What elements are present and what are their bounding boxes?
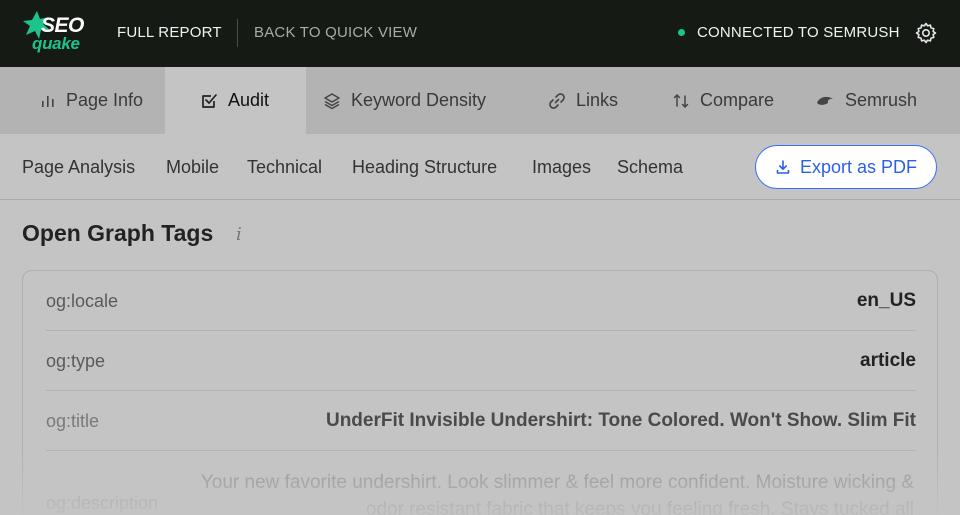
tab-label: Links xyxy=(576,90,619,110)
table-row: og:type article xyxy=(46,331,916,391)
table-row: og:locale en_US xyxy=(46,271,916,331)
seoquake-logo[interactable]: SEO quake xyxy=(22,10,92,56)
connection-status: CONNECTED TO SEMRUSH xyxy=(678,24,900,41)
tab-semrush[interactable]: Semrush xyxy=(815,67,917,134)
link-icon xyxy=(548,92,566,110)
subtab-heading-structure[interactable]: Heading Structure xyxy=(352,157,497,178)
tab-page-info[interactable]: Page Info xyxy=(0,67,165,134)
subtab-mobile[interactable]: Mobile xyxy=(166,157,219,178)
subtab-images[interactable]: Images xyxy=(532,157,591,178)
og-value: en_US xyxy=(856,290,916,311)
main-tabs: Page Info Audit Keyword Density Links Co… xyxy=(0,67,960,134)
topbar-divider xyxy=(237,19,238,47)
export-pdf-label: Export as PDF xyxy=(799,156,918,177)
og-key: og:title xyxy=(46,411,100,431)
back-to-quick-view-link[interactable]: BACK TO QUICK VIEW xyxy=(254,24,417,41)
tab-label: Keyword Density xyxy=(351,90,487,110)
og-value: article xyxy=(860,350,916,371)
download-icon xyxy=(775,159,791,175)
section-title: Open Graph Tags xyxy=(22,220,214,246)
logo-text-quake: quake xyxy=(32,34,80,53)
og-key: og:locale xyxy=(46,291,119,311)
tab-label: Page Info xyxy=(66,90,144,110)
og-key: og:description xyxy=(46,493,159,513)
bar-chart-icon xyxy=(40,93,56,109)
og-description-value: Your new favorite undershirt. Look slimm… xyxy=(200,472,914,515)
subtab-page-analysis[interactable]: Page Analysis xyxy=(22,157,135,178)
gear-icon[interactable] xyxy=(914,21,938,45)
sort-arrows-icon xyxy=(672,92,690,110)
tab-label: Compare xyxy=(700,90,775,110)
layers-icon xyxy=(323,92,341,110)
tab-links[interactable]: Links xyxy=(548,67,618,134)
subtab-schema[interactable]: Schema xyxy=(617,157,683,178)
info-icon[interactable]: i xyxy=(236,224,242,245)
status-dot-icon xyxy=(678,29,685,36)
table-row: og:title UnderFit Invisible Undershirt: … xyxy=(46,391,916,451)
og-key: og:type xyxy=(46,351,106,371)
semrush-icon xyxy=(815,94,835,108)
og-value: UnderFit Invisible Undershirt: Tone Colo… xyxy=(325,410,916,431)
tab-label: Semrush xyxy=(845,90,918,110)
top-bar: SEO quake FULL REPORT BACK TO QUICK VIEW… xyxy=(0,0,960,67)
subtab-technical[interactable]: Technical xyxy=(247,157,322,178)
full-report-link[interactable]: FULL REPORT xyxy=(117,24,222,41)
connection-status-label: CONNECTED TO SEMRUSH xyxy=(697,24,900,41)
tab-compare[interactable]: Compare xyxy=(672,67,774,134)
tab-label: Audit xyxy=(228,90,270,110)
tab-keyword-density[interactable]: Keyword Density xyxy=(323,67,486,134)
export-pdf-button[interactable]: Export as PDF xyxy=(755,145,937,189)
open-graph-table: og:locale en_US og:type article og:title… xyxy=(22,270,938,515)
tab-audit[interactable]: Audit xyxy=(165,67,306,134)
checkbox-icon xyxy=(200,92,218,110)
